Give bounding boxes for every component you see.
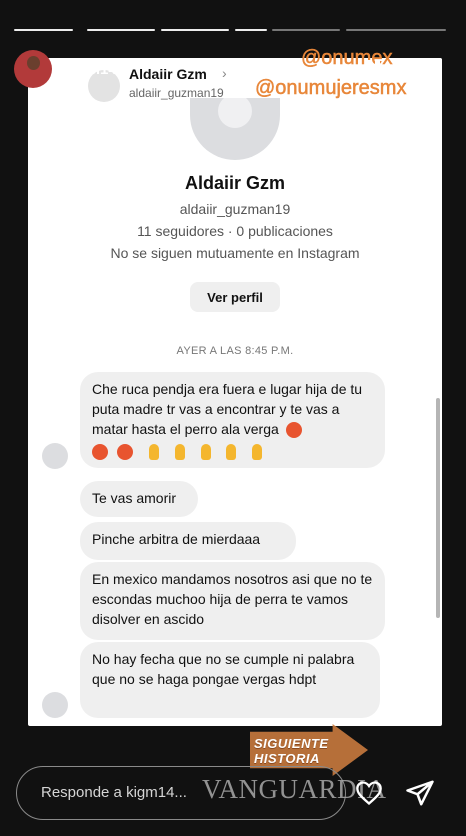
poster-avatar[interactable]: [14, 50, 52, 88]
message-bubble: En mexico mandamos nosotros asi que no t…: [80, 562, 385, 640]
angry-face-icon: [116, 444, 133, 461]
next-story-label: SIGUIENTE HISTORIA: [254, 736, 329, 766]
progress-segment-3: [161, 29, 229, 31]
emoji-row: [92, 441, 373, 461]
message-timestamp: AYER A LAS 8:45 P.M.: [176, 345, 294, 357]
view-profile-button: Ver perfil: [190, 282, 280, 312]
next-story-label-line2: HISTORIA: [254, 751, 320, 766]
profile-handle: aldaiir_guzman19: [179, 201, 291, 217]
middle-finger-icon: [200, 444, 211, 461]
message-text: Pinche arbitra de mierdaaa: [92, 531, 261, 547]
progress-segment-2: [87, 29, 155, 31]
send-icon[interactable]: [405, 778, 435, 808]
angry-face-icon: [285, 422, 302, 439]
sender-avatar: [42, 443, 68, 469]
middle-finger-icon: [252, 444, 263, 461]
profile-avatar: [190, 98, 280, 160]
profile-name: Aldaiir Gzm: [184, 173, 286, 193]
more-options-icon[interactable]: •••: [404, 55, 427, 81]
message-bubble: Che ruca pendja era fuera e lugar hija d…: [80, 372, 385, 468]
progress-segment-5: [272, 29, 340, 31]
next-story-label-line1: SIGUIENTE: [254, 736, 329, 751]
pause-icon[interactable]: [366, 60, 380, 78]
reply-placeholder: Responde a kigm14...: [41, 784, 187, 801]
back-chevron-icon[interactable]: ‹: [54, 71, 61, 93]
progress-segment-6: [346, 29, 446, 31]
mention-sticker-onumujeresmx[interactable]: @onumujeresmx: [255, 77, 407, 100]
message-text: No hay fecha que no se cumple ni palabra…: [92, 651, 355, 687]
message-text: Che ruca pendja era fuera e lugar hija d…: [92, 381, 363, 437]
heart-icon[interactable]: [355, 779, 383, 807]
progress-segment-1: [14, 29, 73, 31]
story-viewer: Aldaiir Gzm › aldaiir_guzman19 Aldaiir G…: [0, 0, 466, 836]
message-text: En mexico mandamos nosotros asi que no t…: [92, 571, 373, 627]
angry-face-icon: [92, 444, 108, 461]
middle-finger-icon: [226, 444, 237, 461]
middle-finger-icon: [148, 444, 159, 461]
dm-header-name: Aldaiir Gzm: [129, 66, 207, 82]
profile-mutual-status: No se siguen mutuamente en Instagram: [110, 245, 360, 261]
chevron-right-icon: ›: [222, 65, 227, 81]
sender-avatar: [42, 692, 68, 718]
poster-username[interactable]: kigm14: [65, 61, 117, 78]
dm-screenshot: Aldaiir Gzm › aldaiir_guzman19 Aldaiir G…: [28, 58, 442, 726]
message-bubble: Pinche arbitra de mierdaaa: [80, 522, 296, 560]
middle-finger-icon: [174, 444, 185, 461]
message-bubble: No hay fecha que no se cumple ni palabra…: [80, 642, 380, 718]
profile-stats: 11 seguidores · 0 publicaciones: [137, 223, 333, 239]
screenshot-scrollbar: [436, 398, 440, 618]
message-bubble: Te vas amorir: [80, 481, 198, 517]
progress-segment-4: [235, 29, 267, 31]
message-text: Te vas amorir: [92, 490, 177, 506]
